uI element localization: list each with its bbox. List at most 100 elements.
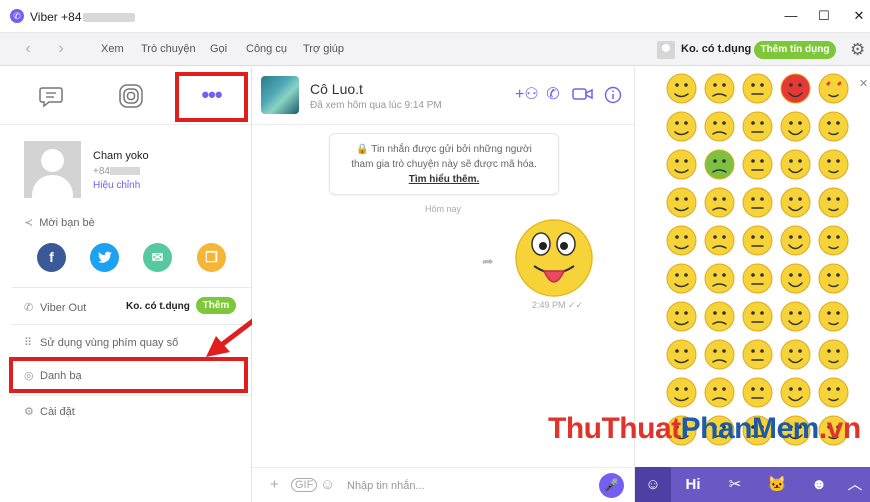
hi-icon[interactable]: Hi [675,467,711,502]
emoji-22[interactable] [741,224,774,257]
emoji-25[interactable] [665,262,698,295]
menu-bar: ‹ › Xem Trò chuyện Gọi Công cụ Trợ giúp … [0,33,870,66]
learn-more-link[interactable]: Tìm hiểu thêm. [330,172,558,187]
tongue-sticker[interactable] [514,218,594,298]
gif-icon[interactable]: GIF [291,478,318,492]
minimize-button[interactable]: — [777,6,805,26]
viber-out-item[interactable]: ✆ Viber Out [24,301,86,314]
account-avatar[interactable] [657,41,675,59]
emoji-43[interactable] [779,376,812,409]
facebook-icon[interactable]: f [37,243,66,272]
emoji-37[interactable] [741,338,774,371]
close-button[interactable]: ✕ [845,6,870,26]
add-participant-icon[interactable]: +⚇ [515,86,539,104]
more-button[interactable]: ••• [175,72,248,122]
emoji-9[interactable] [817,110,850,143]
call-icon[interactable]: ✆ [542,86,564,104]
emoji-32[interactable] [741,300,774,333]
menu-view[interactable]: Xem [101,43,124,55]
emoji-39[interactable] [817,338,850,371]
emoji-15[interactable] [665,186,698,219]
emoji-42[interactable] [741,376,774,409]
close-icon[interactable]: ✕ [859,77,868,90]
emoji-20[interactable] [665,224,698,257]
sticker-icon[interactable]: ☺ [320,476,335,493]
left-panel-tabs: ••• [0,67,252,125]
message-composer: + GIF ☺ Nhập tin nhắn... 🎤 [252,467,634,502]
keypad-item[interactable]: ⠿ Sử dụng vùng phím quay số [24,336,178,349]
gear-icon[interactable]: ⚙ [850,40,865,60]
emoji-21[interactable] [703,224,736,257]
emoji-26[interactable] [703,262,736,295]
menu-tools[interactable]: Công cụ [246,43,287,55]
cat-icon[interactable]: 🐱 [759,467,795,502]
left-panel: ••• Cham yoko +84 Hiệu chỉnh ≺ Mời bạn bè… [0,67,252,502]
emoji-23[interactable] [779,224,812,257]
emoji-16[interactable] [703,186,736,219]
emoji-38[interactable] [779,338,812,371]
emoji-17[interactable] [741,186,774,219]
video-call-icon[interactable] [572,86,594,107]
emoji-5[interactable] [665,110,698,143]
emoji-40[interactable] [665,376,698,409]
emoji-7[interactable] [741,110,774,143]
emoji-36[interactable] [703,338,736,371]
sticker-pack-icon[interactable]: ✂ [717,467,753,502]
emoji-2[interactable] [741,72,774,105]
emoji-8[interactable] [779,110,812,143]
message-input[interactable]: Nhập tin nhắn... [347,480,425,492]
emoji-11[interactable] [703,148,736,181]
avatar[interactable] [24,141,81,198]
maximize-button[interactable]: ☐ [810,6,838,26]
emoji-18[interactable] [779,186,812,219]
sidebar-item-settings[interactable]: ⚙ Cài đặt [24,405,75,418]
emoji-24[interactable] [817,224,850,257]
menu-conversation[interactable]: Trò chuyện [141,43,196,55]
contact-avatar[interactable] [261,76,299,114]
emoji-35[interactable] [665,338,698,371]
profile-name: Cham yoko [93,150,149,162]
account-status: Ko. có t.dụng [681,43,752,55]
menu-call[interactable]: Gọi [210,43,227,55]
add-icon[interactable]: + [270,476,279,493]
face-icon[interactable]: ☻ [801,467,837,502]
smiley-icon[interactable]: ☺ [635,467,671,502]
add-credit-button[interactable]: Thêm tín dụng [754,41,836,59]
emoji-31[interactable] [703,300,736,333]
back-arrow-icon[interactable]: ‹ [19,40,37,58]
invite-friends[interactable]: ≺ Mời bạn bè [24,216,95,229]
emoji-30[interactable] [665,300,698,333]
emoji-33[interactable] [779,300,812,333]
profile-phone: +84 [93,166,140,177]
stories-icon[interactable] [118,83,144,109]
email-icon[interactable]: ✉ [143,243,172,272]
emoji-13[interactable] [779,148,812,181]
emoji-1[interactable] [703,72,736,105]
emoji-3[interactable] [779,72,812,105]
chat-icon[interactable] [38,83,64,109]
info-icon[interactable] [602,86,624,109]
emoji-4[interactable] [817,72,850,105]
emoji-10[interactable] [665,148,698,181]
emoji-0[interactable] [665,72,698,105]
twitter-icon[interactable] [90,243,119,272]
copy-icon[interactable]: ❐ [197,243,226,272]
emoji-28[interactable] [779,262,812,295]
mic-icon[interactable]: 🎤 [599,473,624,498]
emoji-6[interactable] [703,110,736,143]
emoji-41[interactable] [703,376,736,409]
sidebar-item-contacts[interactable]: ◎ Danh bạ [24,369,82,382]
emoji-12[interactable] [741,148,774,181]
expand-icon[interactable]: ︿ [837,467,870,502]
contact-name[interactable]: Cô Luo.t [310,81,363,97]
edit-profile-link[interactable]: Hiệu chỉnh [93,180,140,191]
forward-arrow-icon[interactable]: › [52,40,70,58]
emoji-19[interactable] [817,186,850,219]
emoji-44[interactable] [817,376,850,409]
forward-icon[interactable]: ➦ [482,253,494,270]
emoji-34[interactable] [817,300,850,333]
menu-help[interactable]: Trợ giúp [303,43,344,55]
emoji-29[interactable] [817,262,850,295]
emoji-14[interactable] [817,148,850,181]
emoji-27[interactable] [741,262,774,295]
